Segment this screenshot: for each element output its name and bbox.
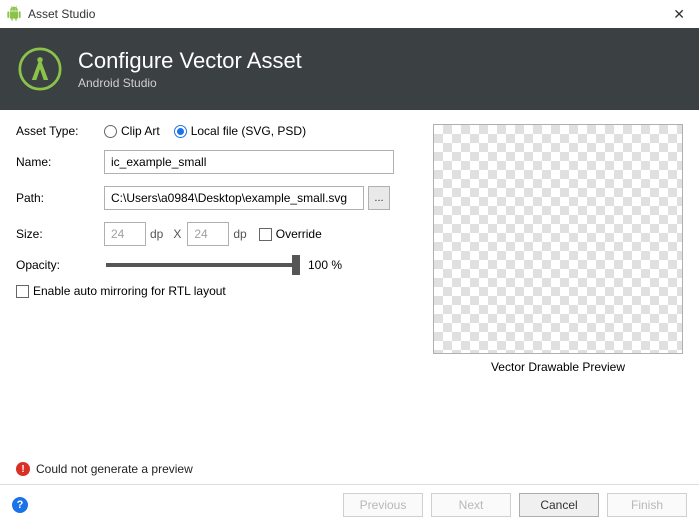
error-message: ! Could not generate a preview	[16, 462, 193, 476]
window-title: Asset Studio	[28, 7, 665, 21]
size-label: Size:	[16, 227, 104, 241]
titlebar: Asset Studio ✕	[0, 0, 699, 28]
next-button: Next	[431, 493, 511, 517]
radio-local-file-label: Local file (SVG, PSD)	[191, 124, 306, 138]
radio-icon	[104, 125, 117, 138]
size-width-input	[104, 222, 146, 246]
slider-fill	[106, 263, 296, 267]
android-studio-logo	[18, 47, 62, 91]
page-heading: Configure Vector Asset	[78, 48, 302, 74]
page-subtitle: Android Studio	[78, 76, 302, 90]
opacity-slider[interactable]	[106, 263, 296, 267]
previous-button: Previous	[343, 493, 423, 517]
size-height-input	[187, 222, 229, 246]
help-icon[interactable]: ?	[12, 497, 28, 513]
preview-canvas	[433, 124, 683, 354]
opacity-label: Opacity:	[16, 258, 104, 272]
radio-icon	[174, 125, 187, 138]
name-label: Name:	[16, 155, 104, 169]
close-icon[interactable]: ✕	[665, 6, 693, 23]
rtl-label: Enable auto mirroring for RTL layout	[33, 284, 226, 298]
footer: ? Previous Next Cancel Finish	[0, 484, 699, 524]
cancel-button[interactable]: Cancel	[519, 493, 599, 517]
rtl-checkbox[interactable]: Enable auto mirroring for RTL layout	[16, 284, 226, 298]
finish-button: Finish	[607, 493, 687, 517]
size-sep: X	[173, 227, 181, 241]
opacity-value: 100 %	[308, 258, 342, 272]
size-unit-w: dp	[150, 227, 163, 241]
error-text: Could not generate a preview	[36, 462, 193, 476]
radio-clip-art[interactable]: Clip Art	[104, 124, 160, 138]
radio-local-file[interactable]: Local file (SVG, PSD)	[174, 124, 306, 138]
browse-button[interactable]: ...	[368, 186, 390, 210]
checkbox-icon	[259, 228, 272, 241]
name-input[interactable]	[104, 150, 394, 174]
banner: Configure Vector Asset Android Studio	[0, 28, 699, 110]
path-label: Path:	[16, 191, 104, 205]
radio-clip-art-label: Clip Art	[121, 124, 160, 138]
path-input[interactable]	[104, 186, 364, 210]
slider-thumb[interactable]	[292, 255, 300, 275]
override-checkbox[interactable]: Override	[259, 227, 322, 241]
size-unit-h: dp	[233, 227, 246, 241]
android-icon	[6, 6, 22, 22]
asset-type-label: Asset Type:	[16, 124, 104, 138]
checkbox-icon	[16, 285, 29, 298]
preview-caption: Vector Drawable Preview	[433, 360, 683, 374]
error-icon: !	[16, 462, 30, 476]
override-label: Override	[276, 227, 322, 241]
